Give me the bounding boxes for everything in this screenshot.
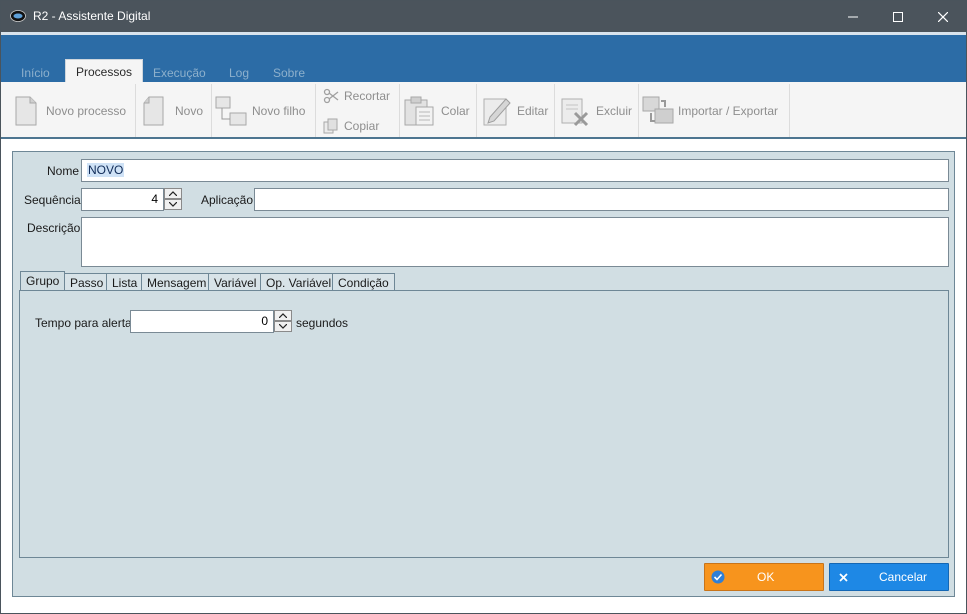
tempo-alerta-label: Tempo para alerta <box>35 316 132 330</box>
recortar-label: Recortar <box>344 89 391 103</box>
separator <box>211 84 212 137</box>
editar-label: Editar <box>517 103 549 118</box>
tab-condicao[interactable]: Condição <box>332 273 395 291</box>
novo-processo-button[interactable]: Novo processo <box>13 82 126 139</box>
ok-label: OK <box>757 570 775 584</box>
new-document-icon <box>15 96 37 125</box>
tab-mensagem[interactable]: Mensagem <box>141 273 213 291</box>
spin-up-button[interactable] <box>274 310 292 321</box>
tab-variavel[interactable]: Variável <box>208 273 263 291</box>
nome-label: Nome <box>47 164 80 178</box>
maximize-button[interactable] <box>875 1 921 32</box>
sequencia-label: Sequência <box>24 193 81 207</box>
check-circle-icon <box>711 570 725 584</box>
chevron-down-icon <box>169 202 177 207</box>
descricao-label: Descrição <box>27 221 81 235</box>
spin-down-button[interactable] <box>274 321 292 332</box>
spin-down-button[interactable] <box>164 199 182 210</box>
scissors-icon <box>323 88 339 104</box>
minimize-button[interactable] <box>830 1 876 32</box>
aplicacao-label: Aplicação <box>201 193 254 207</box>
app-logo-icon <box>10 10 26 22</box>
delete-icon <box>561 98 589 126</box>
tab-processos[interactable]: Processos <box>65 59 144 83</box>
paste-clipboard-icon <box>404 96 434 125</box>
colar-button[interactable]: Colar <box>403 82 470 139</box>
tab-grupo[interactable]: Grupo <box>20 271 66 292</box>
tab-log[interactable]: Log <box>219 61 259 83</box>
pencil-edit-icon <box>483 97 511 125</box>
chevron-down-icon <box>279 324 287 329</box>
maximize-icon <box>893 11 903 22</box>
ok-button[interactable]: OK <box>704 563 824 591</box>
colar-label: Colar <box>441 103 470 118</box>
novo-button[interactable]: Novo <box>141 82 203 139</box>
new-item-icon <box>143 96 164 125</box>
copy-icon <box>323 118 338 134</box>
separator <box>554 84 555 137</box>
cancel-button[interactable]: Cancelar <box>829 563 949 591</box>
window-title: R2 - Assistente Digital <box>33 9 151 23</box>
tab-execucao[interactable]: Execução <box>143 61 216 83</box>
excluir-label: Excluir <box>596 103 633 118</box>
close-x-icon <box>839 572 848 582</box>
nome-value: NOVO <box>87 163 125 177</box>
child-node-icon <box>215 96 247 125</box>
separator <box>315 84 316 137</box>
app-window: R2 - Assistente Digital Início Processos… <box>0 0 967 614</box>
separator <box>399 84 400 137</box>
importar-exportar-label: Importar / Exportar <box>678 103 779 118</box>
novo-filho-label: Novo filho <box>252 103 306 118</box>
tempo-alerta-input[interactable]: 0 <box>130 310 274 333</box>
separator <box>789 84 790 137</box>
novo-label: Novo <box>175 103 204 118</box>
editar-button[interactable]: Editar <box>482 82 548 139</box>
importar-exportar-button[interactable]: Importar / Exportar <box>641 82 778 139</box>
copiar-button[interactable]: Copiar <box>323 118 379 134</box>
tempo-alerta-spinner[interactable] <box>274 310 292 333</box>
separator <box>476 84 477 137</box>
sequencia-spinner[interactable] <box>164 188 182 211</box>
import-export-icon <box>642 96 674 123</box>
close-button[interactable] <box>920 1 966 32</box>
title-bar[interactable]: R2 - Assistente Digital <box>1 1 966 32</box>
close-icon <box>938 11 948 22</box>
chevron-up-icon <box>279 313 287 318</box>
separator <box>638 84 639 137</box>
segundos-label: segundos <box>296 316 349 330</box>
aplicacao-input[interactable] <box>254 188 949 211</box>
novo-processo-label: Novo processo <box>46 103 127 118</box>
descricao-textarea[interactable] <box>81 217 949 267</box>
tab-inicio[interactable]: Início <box>11 61 60 83</box>
ribbon-toolbar: Novo processo Novo Novo filho Recortar C… <box>1 82 966 139</box>
spin-up-button[interactable] <box>164 188 182 199</box>
chevron-up-icon <box>169 191 177 196</box>
copiar-label: Copiar <box>344 119 380 133</box>
tab-passo[interactable]: Passo <box>64 273 110 291</box>
excluir-button[interactable]: Excluir <box>559 82 632 139</box>
tab-op-variavel[interactable]: Op. Variável <box>260 273 338 291</box>
minimize-icon <box>848 16 858 17</box>
cancelar-label: Cancelar <box>879 570 928 584</box>
recortar-button[interactable]: Recortar <box>323 88 390 104</box>
nome-input[interactable]: NOVO <box>81 159 949 182</box>
separator <box>135 84 136 137</box>
novo-filho-button[interactable]: Novo filho <box>215 82 305 139</box>
sequencia-input[interactable]: 4 <box>81 188 164 211</box>
tab-sobre[interactable]: Sobre <box>263 61 315 83</box>
ribbon-tab-bar: Início Processos Execução Log Sobre <box>1 32 966 83</box>
tab-lista[interactable]: Lista <box>106 273 144 291</box>
